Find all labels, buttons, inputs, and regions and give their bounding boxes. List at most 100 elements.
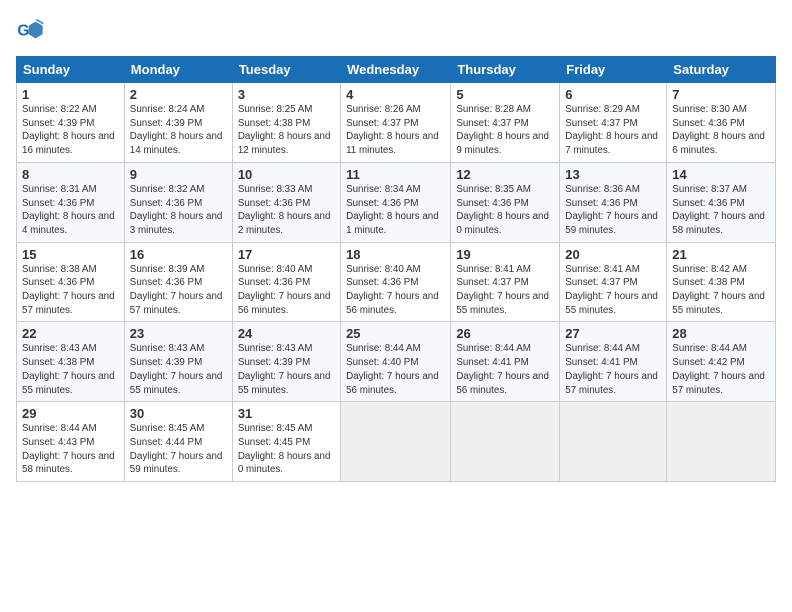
- day-number: 1: [22, 87, 119, 102]
- day-number: 14: [672, 167, 770, 182]
- day-cell: 1 Sunrise: 8:22 AMSunset: 4:39 PMDayligh…: [17, 83, 125, 163]
- day-cell: 25 Sunrise: 8:44 AMSunset: 4:40 PMDaylig…: [341, 322, 451, 402]
- day-number: 25: [346, 326, 445, 341]
- day-detail: Sunrise: 8:26 AMSunset: 4:37 PMDaylight:…: [346, 103, 445, 158]
- calendar-body: 1 Sunrise: 8:22 AMSunset: 4:39 PMDayligh…: [17, 83, 776, 482]
- day-cell: 15 Sunrise: 8:38 AMSunset: 4:36 PMDaylig…: [17, 242, 125, 322]
- day-detail: Sunrise: 8:33 AMSunset: 4:36 PMDaylight:…: [238, 183, 335, 238]
- day-number: 24: [238, 326, 335, 341]
- weekday-header-thursday: Thursday: [451, 57, 560, 83]
- day-detail: Sunrise: 8:30 AMSunset: 4:36 PMDaylight:…: [672, 103, 770, 158]
- day-cell: 30 Sunrise: 8:45 AMSunset: 4:44 PMDaylig…: [124, 402, 232, 482]
- day-number: 18: [346, 247, 445, 262]
- day-number: 31: [238, 406, 335, 421]
- day-detail: Sunrise: 8:34 AMSunset: 4:36 PMDaylight:…: [346, 183, 445, 238]
- day-detail: Sunrise: 8:39 AMSunset: 4:36 PMDaylight:…: [130, 263, 227, 318]
- day-detail: Sunrise: 8:43 AMSunset: 4:38 PMDaylight:…: [22, 342, 119, 397]
- day-detail: Sunrise: 8:44 AMSunset: 4:43 PMDaylight:…: [22, 422, 119, 477]
- day-cell: 9 Sunrise: 8:32 AMSunset: 4:36 PMDayligh…: [124, 162, 232, 242]
- day-cell: [560, 402, 667, 482]
- day-number: 29: [22, 406, 119, 421]
- day-detail: Sunrise: 8:44 AMSunset: 4:42 PMDaylight:…: [672, 342, 770, 397]
- week-row-4: 22 Sunrise: 8:43 AMSunset: 4:38 PMDaylig…: [17, 322, 776, 402]
- day-cell: [451, 402, 560, 482]
- day-cell: 19 Sunrise: 8:41 AMSunset: 4:37 PMDaylig…: [451, 242, 560, 322]
- day-detail: Sunrise: 8:44 AMSunset: 4:41 PMDaylight:…: [456, 342, 554, 397]
- week-row-2: 8 Sunrise: 8:31 AMSunset: 4:36 PMDayligh…: [17, 162, 776, 242]
- day-number: 20: [565, 247, 661, 262]
- day-detail: Sunrise: 8:45 AMSunset: 4:45 PMDaylight:…: [238, 422, 335, 477]
- day-number: 21: [672, 247, 770, 262]
- day-detail: Sunrise: 8:40 AMSunset: 4:36 PMDaylight:…: [238, 263, 335, 318]
- day-number: 30: [130, 406, 227, 421]
- day-cell: 17 Sunrise: 8:40 AMSunset: 4:36 PMDaylig…: [232, 242, 340, 322]
- day-detail: Sunrise: 8:37 AMSunset: 4:36 PMDaylight:…: [672, 183, 770, 238]
- day-number: 27: [565, 326, 661, 341]
- day-number: 16: [130, 247, 227, 262]
- day-number: 23: [130, 326, 227, 341]
- day-cell: 31 Sunrise: 8:45 AMSunset: 4:45 PMDaylig…: [232, 402, 340, 482]
- day-cell: [341, 402, 451, 482]
- day-cell: 14 Sunrise: 8:37 AMSunset: 4:36 PMDaylig…: [667, 162, 776, 242]
- day-cell: 22 Sunrise: 8:43 AMSunset: 4:38 PMDaylig…: [17, 322, 125, 402]
- weekday-header-friday: Friday: [560, 57, 667, 83]
- day-detail: Sunrise: 8:44 AMSunset: 4:41 PMDaylight:…: [565, 342, 661, 397]
- day-cell: 26 Sunrise: 8:44 AMSunset: 4:41 PMDaylig…: [451, 322, 560, 402]
- day-cell: 11 Sunrise: 8:34 AMSunset: 4:36 PMDaylig…: [341, 162, 451, 242]
- weekday-header-monday: Monday: [124, 57, 232, 83]
- weekday-header-wednesday: Wednesday: [341, 57, 451, 83]
- day-number: 5: [456, 87, 554, 102]
- day-cell: 13 Sunrise: 8:36 AMSunset: 4:36 PMDaylig…: [560, 162, 667, 242]
- day-detail: Sunrise: 8:25 AMSunset: 4:38 PMDaylight:…: [238, 103, 335, 158]
- day-number: 4: [346, 87, 445, 102]
- day-number: 19: [456, 247, 554, 262]
- week-row-5: 29 Sunrise: 8:44 AMSunset: 4:43 PMDaylig…: [17, 402, 776, 482]
- day-detail: Sunrise: 8:35 AMSunset: 4:36 PMDaylight:…: [456, 183, 554, 238]
- day-cell: 23 Sunrise: 8:43 AMSunset: 4:39 PMDaylig…: [124, 322, 232, 402]
- day-detail: Sunrise: 8:36 AMSunset: 4:36 PMDaylight:…: [565, 183, 661, 238]
- day-number: 11: [346, 167, 445, 182]
- day-number: 13: [565, 167, 661, 182]
- day-number: 3: [238, 87, 335, 102]
- week-row-1: 1 Sunrise: 8:22 AMSunset: 4:39 PMDayligh…: [17, 83, 776, 163]
- day-cell: 20 Sunrise: 8:41 AMSunset: 4:37 PMDaylig…: [560, 242, 667, 322]
- day-detail: Sunrise: 8:22 AMSunset: 4:39 PMDaylight:…: [22, 103, 119, 158]
- day-cell: [667, 402, 776, 482]
- logo: G: [16, 16, 46, 44]
- day-number: 22: [22, 326, 119, 341]
- day-number: 26: [456, 326, 554, 341]
- weekday-header-row: SundayMondayTuesdayWednesdayThursdayFrid…: [17, 57, 776, 83]
- day-cell: 6 Sunrise: 8:29 AMSunset: 4:37 PMDayligh…: [560, 83, 667, 163]
- day-detail: Sunrise: 8:31 AMSunset: 4:36 PMDaylight:…: [22, 183, 119, 238]
- calendar-table: SundayMondayTuesdayWednesdayThursdayFrid…: [16, 56, 776, 482]
- day-cell: 8 Sunrise: 8:31 AMSunset: 4:36 PMDayligh…: [17, 162, 125, 242]
- weekday-header-tuesday: Tuesday: [232, 57, 340, 83]
- weekday-header-sunday: Sunday: [17, 57, 125, 83]
- day-detail: Sunrise: 8:40 AMSunset: 4:36 PMDaylight:…: [346, 263, 445, 318]
- day-number: 28: [672, 326, 770, 341]
- day-cell: 24 Sunrise: 8:43 AMSunset: 4:39 PMDaylig…: [232, 322, 340, 402]
- day-detail: Sunrise: 8:28 AMSunset: 4:37 PMDaylight:…: [456, 103, 554, 158]
- logo-icon: G: [16, 16, 44, 44]
- weekday-header-saturday: Saturday: [667, 57, 776, 83]
- day-cell: 3 Sunrise: 8:25 AMSunset: 4:38 PMDayligh…: [232, 83, 340, 163]
- day-number: 17: [238, 247, 335, 262]
- day-cell: 12 Sunrise: 8:35 AMSunset: 4:36 PMDaylig…: [451, 162, 560, 242]
- day-detail: Sunrise: 8:43 AMSunset: 4:39 PMDaylight:…: [238, 342, 335, 397]
- day-detail: Sunrise: 8:41 AMSunset: 4:37 PMDaylight:…: [565, 263, 661, 318]
- day-cell: 10 Sunrise: 8:33 AMSunset: 4:36 PMDaylig…: [232, 162, 340, 242]
- day-cell: 16 Sunrise: 8:39 AMSunset: 4:36 PMDaylig…: [124, 242, 232, 322]
- day-cell: 7 Sunrise: 8:30 AMSunset: 4:36 PMDayligh…: [667, 83, 776, 163]
- day-detail: Sunrise: 8:44 AMSunset: 4:40 PMDaylight:…: [346, 342, 445, 397]
- day-number: 12: [456, 167, 554, 182]
- week-row-3: 15 Sunrise: 8:38 AMSunset: 4:36 PMDaylig…: [17, 242, 776, 322]
- day-number: 9: [130, 167, 227, 182]
- day-cell: 28 Sunrise: 8:44 AMSunset: 4:42 PMDaylig…: [667, 322, 776, 402]
- day-cell: 21 Sunrise: 8:42 AMSunset: 4:38 PMDaylig…: [667, 242, 776, 322]
- day-detail: Sunrise: 8:43 AMSunset: 4:39 PMDaylight:…: [130, 342, 227, 397]
- svg-text:G: G: [17, 23, 29, 40]
- day-cell: 4 Sunrise: 8:26 AMSunset: 4:37 PMDayligh…: [341, 83, 451, 163]
- day-cell: 5 Sunrise: 8:28 AMSunset: 4:37 PMDayligh…: [451, 83, 560, 163]
- day-cell: 2 Sunrise: 8:24 AMSunset: 4:39 PMDayligh…: [124, 83, 232, 163]
- day-detail: Sunrise: 8:41 AMSunset: 4:37 PMDaylight:…: [456, 263, 554, 318]
